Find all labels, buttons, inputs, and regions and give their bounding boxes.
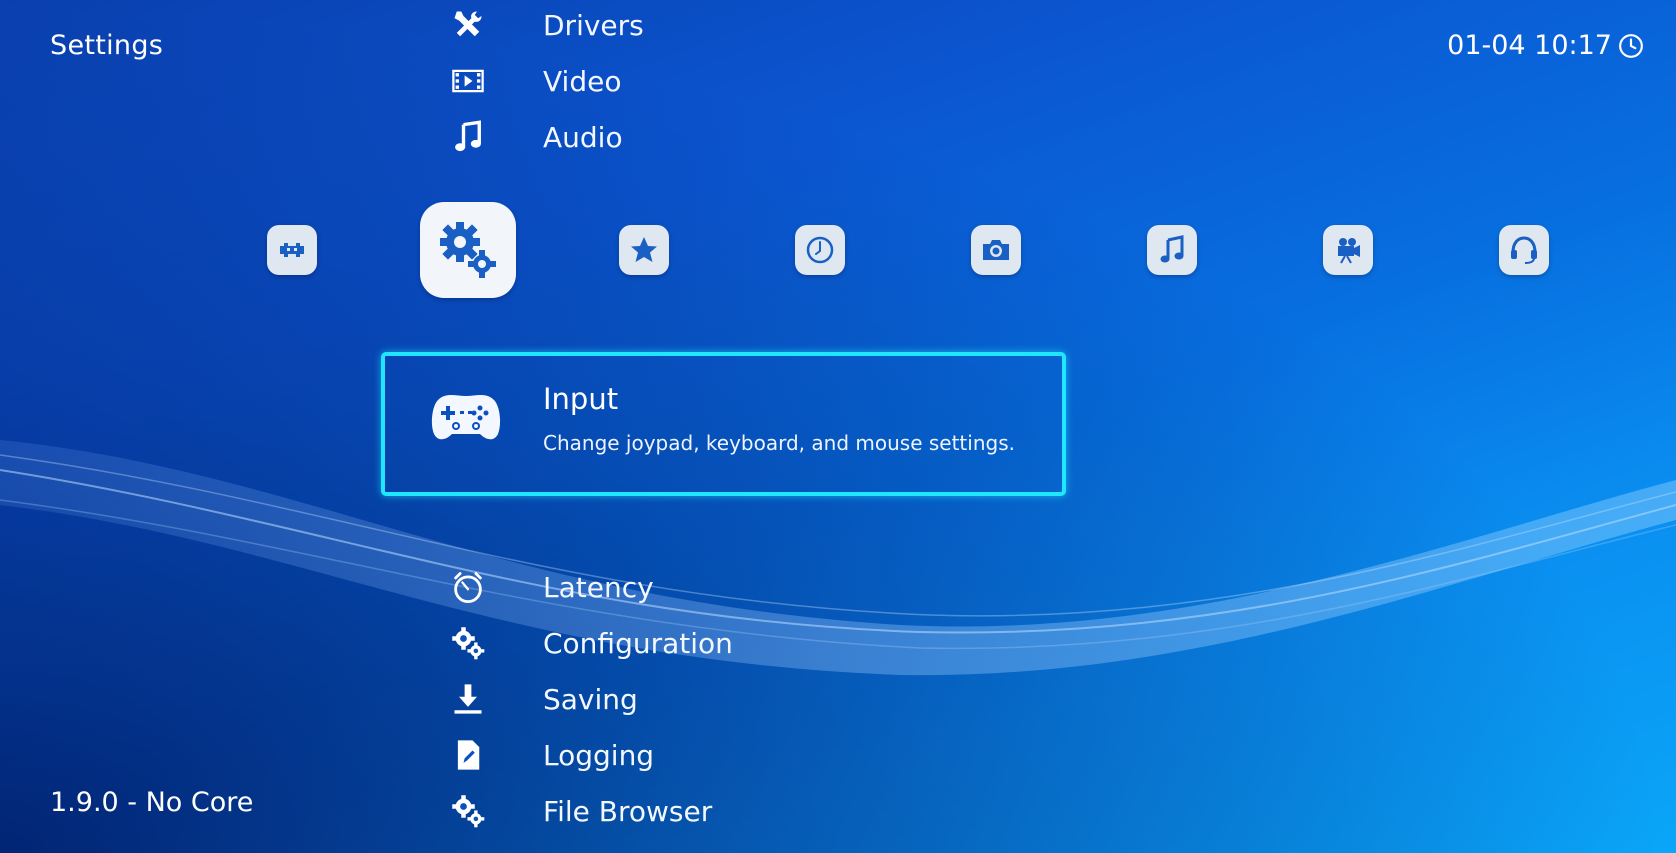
clock-icon (1619, 33, 1643, 58)
headset-icon (1511, 236, 1537, 264)
download-icon (440, 674, 496, 724)
menu-item-label: File Browser (543, 794, 713, 828)
tab-netplay[interactable] (1499, 225, 1549, 275)
menu-item-label: Drivers (543, 8, 644, 42)
menu-item-label: Configuration (543, 626, 733, 660)
menu-item-file-browser[interactable]: File Browser (440, 786, 712, 836)
gamepad-icon (431, 395, 501, 440)
tab-favorites[interactable] (619, 225, 669, 275)
selected-item-title: Input (543, 382, 619, 416)
gears-icon (440, 786, 496, 836)
music-icon (1160, 235, 1184, 263)
retroarch-invader-icon (280, 243, 304, 257)
menu-item-video[interactable]: Video (440, 56, 621, 106)
wrench-screwdriver-icon (440, 0, 496, 50)
menu-item-label: Audio (543, 120, 623, 154)
video-camera-icon (1338, 238, 1360, 264)
page-title: Settings (50, 30, 164, 61)
menu-item-label: Saving (543, 682, 638, 716)
gears-icon (440, 222, 496, 278)
camera-icon (983, 240, 1009, 260)
star-icon (631, 237, 657, 262)
datetime-text: 01-04 10:17 (1447, 30, 1612, 61)
tab-videos[interactable] (1323, 225, 1373, 275)
tab-main-menu[interactable] (267, 225, 317, 275)
tab-history[interactable] (795, 225, 845, 275)
tab-music[interactable] (1147, 225, 1197, 275)
gears-icon (440, 618, 496, 668)
selected-item-description: Change joypad, keyboard, and mouse setti… (543, 431, 1015, 455)
menu-item-latency[interactable]: Latency (440, 562, 654, 612)
film-icon (440, 56, 496, 106)
menu-item-label: Latency (543, 570, 654, 604)
music-note-icon (440, 112, 496, 162)
menu-item-label: Video (543, 64, 622, 98)
tab-images[interactable] (971, 225, 1021, 275)
menu-item-logging[interactable]: Logging (440, 730, 654, 780)
menu-item-saving[interactable]: Saving (440, 674, 638, 724)
datetime-display: 01-04 10:17 (1447, 30, 1644, 61)
menu-item-drivers[interactable]: Drivers (440, 0, 644, 50)
stopwatch-icon (440, 562, 496, 612)
menu-item-label: Logging (543, 738, 655, 772)
version-label: 1.9.0 - No Core (50, 787, 254, 818)
tab-settings[interactable] (420, 202, 516, 298)
menu-item-configuration[interactable]: Configuration (440, 618, 733, 668)
history-clock-icon (806, 236, 834, 264)
menu-item-audio[interactable]: Audio (440, 112, 623, 162)
document-edit-icon (440, 730, 496, 780)
